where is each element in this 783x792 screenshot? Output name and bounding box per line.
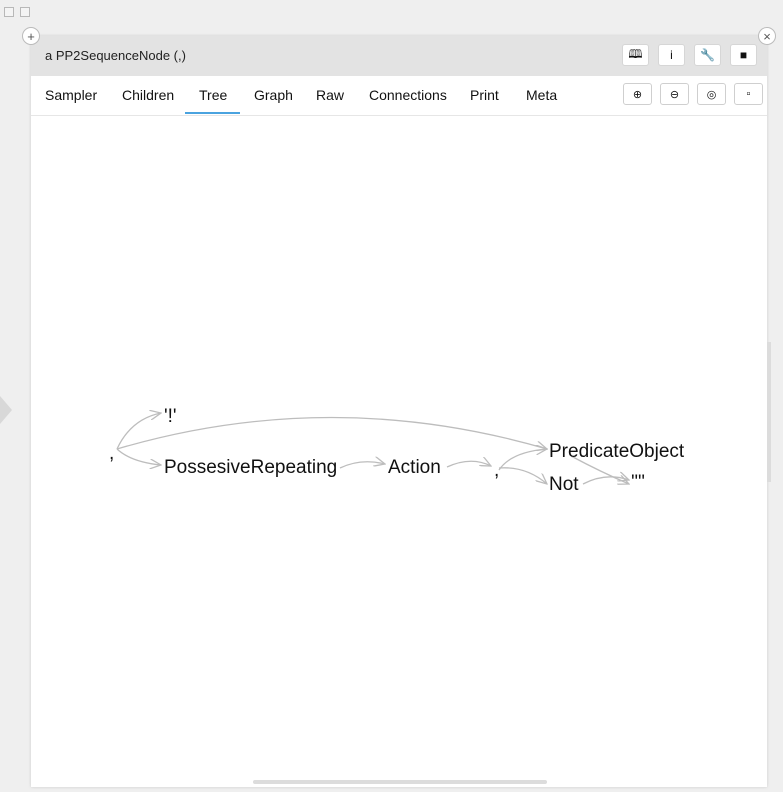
tree-edge bbox=[446, 461, 491, 468]
zoom-buttons: ⊕ ⊖ ◎ ▫ bbox=[623, 83, 763, 105]
tree-edge bbox=[339, 462, 385, 469]
corner-square-icon[interactable] bbox=[4, 7, 14, 17]
tree-node-quote[interactable]: '"' bbox=[631, 472, 645, 493]
browse-button[interactable]: 🕮 bbox=[622, 44, 649, 66]
corner-square-icon[interactable] bbox=[20, 7, 30, 17]
tab-print[interactable]: Print bbox=[470, 87, 499, 103]
title-buttons: 🕮 i 🔧 ■ bbox=[622, 44, 757, 66]
tab-graph[interactable]: Graph bbox=[254, 87, 293, 103]
maximize-button[interactable]: ■ bbox=[730, 44, 757, 66]
tree-node-not[interactable]: Not bbox=[549, 474, 579, 495]
window-titlebar: a PP2SequenceNode (,) 🕮 i 🔧 ■ bbox=[31, 36, 767, 76]
tree-edge bbox=[116, 416, 547, 450]
tab-meta[interactable]: Meta bbox=[526, 87, 557, 103]
tree-edge bbox=[498, 449, 547, 471]
tree-node-possesive-repeating[interactable]: PossesiveRepeating bbox=[164, 457, 337, 478]
tab-sampler[interactable]: Sampler bbox=[45, 87, 97, 103]
zoom-in-icon: ⊕ bbox=[632, 88, 643, 101]
tab-raw[interactable]: Raw bbox=[316, 87, 344, 103]
tab-bar: Sampler Children Tree Graph Raw Connecti… bbox=[31, 76, 767, 116]
window-corner-controls bbox=[4, 7, 30, 17]
wrench-icon: 🔧 bbox=[700, 48, 715, 62]
tab-connections[interactable]: Connections bbox=[369, 87, 447, 103]
tree-graph: , '!' PossesiveRepeating Action , Predic… bbox=[109, 406, 685, 495]
horizontal-scrollbar[interactable] bbox=[253, 780, 547, 784]
tree-node-action[interactable]: Action bbox=[388, 457, 441, 478]
tree-edge bbox=[116, 413, 161, 450]
window-title: a PP2SequenceNode (,) bbox=[45, 48, 186, 63]
zoom-out-button[interactable]: ⊖ bbox=[660, 83, 689, 105]
active-tab-indicator bbox=[185, 112, 240, 114]
tree-node-bang[interactable]: '!' bbox=[164, 406, 177, 427]
vertical-scrollbar[interactable] bbox=[767, 342, 771, 482]
tools-button[interactable]: 🔧 bbox=[694, 44, 721, 66]
tree-edge bbox=[116, 448, 161, 465]
tree-edge bbox=[498, 467, 547, 484]
close-icon[interactable]: × bbox=[758, 27, 776, 45]
collapse-arrow-icon[interactable] bbox=[0, 396, 12, 424]
small-square-icon: ▫ bbox=[746, 88, 751, 100]
tab-children[interactable]: Children bbox=[122, 87, 174, 103]
zoom-fit-icon: ◎ bbox=[706, 88, 717, 101]
zoom-reset-button[interactable]: ▫ bbox=[734, 83, 763, 105]
tree-node-root[interactable]: , bbox=[109, 443, 114, 464]
info-icon: i bbox=[670, 48, 673, 62]
zoom-fit-button[interactable]: ◎ bbox=[697, 83, 726, 105]
zoom-in-button[interactable]: ⊕ bbox=[623, 83, 652, 105]
square-icon: ■ bbox=[739, 48, 748, 62]
add-icon[interactable]: + bbox=[22, 27, 40, 45]
tab-tree[interactable]: Tree bbox=[199, 87, 227, 103]
tree-node-predicate-object[interactable]: PredicateObject bbox=[549, 441, 685, 462]
zoom-out-icon: ⊖ bbox=[669, 88, 680, 101]
inspector-window: a PP2SequenceNode (,) 🕮 i 🔧 ■ Sampler Ch… bbox=[31, 36, 767, 787]
tree-canvas[interactable]: , '!' PossesiveRepeating Action , Predic… bbox=[31, 116, 767, 782]
inspect-button[interactable]: i bbox=[658, 44, 685, 66]
book-icon: 🕮 bbox=[628, 46, 643, 61]
tree-node-sequence[interactable]: , bbox=[494, 460, 499, 481]
